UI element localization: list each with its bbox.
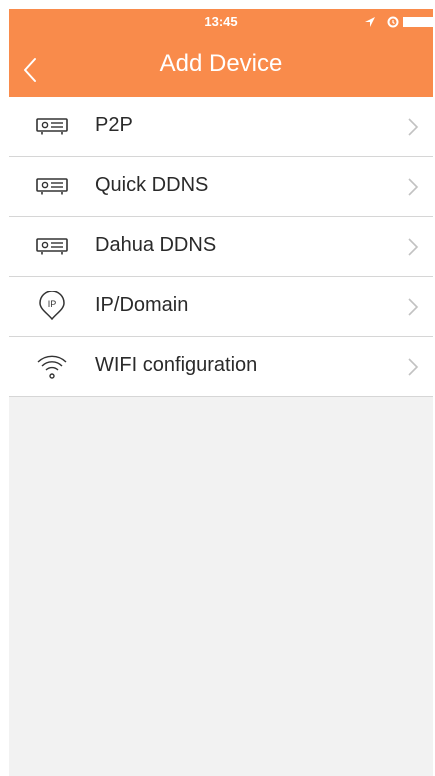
menu-item-label: Quick DDNS: [95, 174, 209, 196]
menu-item-label: WIFI configuration: [95, 354, 258, 376]
chevron-right-icon: [408, 238, 419, 256]
menu-item-label: Dahua DDNS: [95, 234, 217, 256]
menu-item-label: IP/Domain: [95, 294, 189, 316]
dvr-device-icon: [36, 238, 68, 255]
chevron-right-icon: [408, 298, 419, 316]
dvr-device-icon: [36, 178, 68, 195]
battery-icon: [403, 17, 433, 27]
dvr-device-icon: [36, 118, 68, 135]
menu-item-dahua-ddns[interactable]: Dahua DDNS: [9, 217, 433, 277]
app-screen: 13:45 Add Device P2P Quick DDNS Dahua DD…: [9, 9, 433, 776]
ip-pin-icon: IP: [39, 291, 65, 321]
add-device-menu: P2P Quick DDNS Dahua DDNS IP IP/Domain W…: [9, 97, 433, 397]
menu-item-p2p[interactable]: P2P: [9, 97, 433, 157]
location-arrow-icon: [365, 17, 375, 27]
menu-item-label: P2P: [95, 114, 133, 136]
menu-item-ip-domain[interactable]: IP IP/Domain: [9, 277, 433, 337]
nav-header: 13:45 Add Device: [9, 9, 433, 97]
page-title: Add Device: [159, 50, 283, 77]
chevron-right-icon: [408, 178, 419, 196]
chevron-right-icon: [408, 118, 419, 136]
menu-item-quick-ddns[interactable]: Quick DDNS: [9, 157, 433, 217]
chevron-right-icon: [408, 358, 419, 376]
wifi-icon: [37, 355, 67, 379]
status-icons: [363, 15, 433, 29]
alarm-icon: [387, 16, 399, 28]
menu-item-wifi-configuration[interactable]: WIFI configuration: [9, 337, 433, 397]
svg-text:IP: IP: [48, 299, 57, 309]
